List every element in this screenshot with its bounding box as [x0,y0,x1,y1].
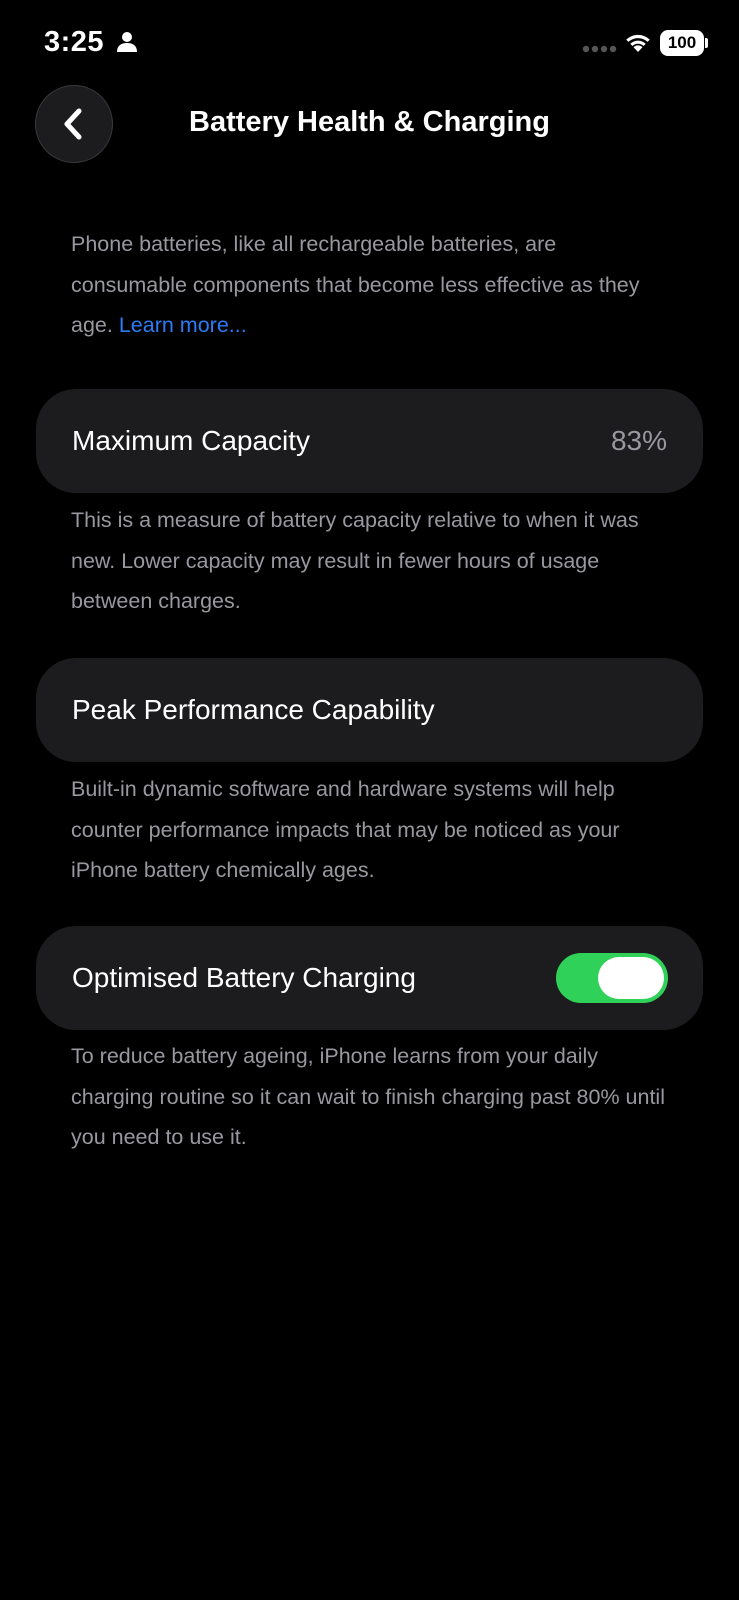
intro-text: Phone batteries, like all rechargeable b… [71,224,671,346]
back-button[interactable] [35,85,113,163]
peak-performance-label: Peak Performance Capability [72,694,435,725]
optimised-charging-label: Optimised Battery Charging [72,962,416,993]
person-icon [117,32,137,52]
maximum-capacity-value: 83% [610,425,667,456]
wifi-icon [626,34,650,52]
maximum-capacity-row: Maximum Capacity 83% [36,389,703,493]
peak-performance-row: Peak Performance Capability [36,658,703,762]
battery-icon: 100 [660,30,708,56]
chevron-left-icon [64,108,82,140]
battery-tip [705,38,708,48]
optimised-charging-toggle[interactable] [556,953,668,1003]
signal-icon [582,45,617,53]
page-title: Battery Health & Charging [189,106,550,138]
peak-performance-description: Built-in dynamic software and hardware s… [71,777,620,882]
maximum-capacity-description: This is a measure of battery capacity re… [71,508,639,613]
optimised-charging-description: To reduce battery ageing, iPhone learns … [71,1044,665,1149]
learn-more-link[interactable]: Learn more... [119,313,247,337]
maximum-capacity-label: Maximum Capacity [72,425,311,456]
status-bar: 3:25 100 [0,0,739,90]
toggle-knob [598,957,664,999]
status-time: 3:25 [44,26,105,58]
battery-level: 100 [660,30,704,56]
optimised-charging-row: Optimised Battery Charging [36,926,703,1030]
